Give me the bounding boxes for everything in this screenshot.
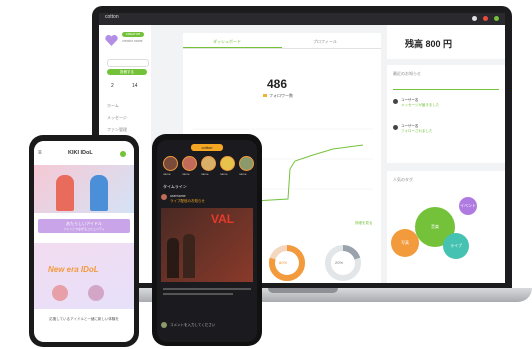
news-item-text[interactable]: フォローされました	[401, 129, 433, 134]
person-figure	[56, 175, 74, 211]
poster-text: VAL	[211, 212, 235, 226]
story-name: name	[182, 172, 190, 176]
stat-label: フォロワー数	[269, 93, 293, 98]
idol-avatar	[88, 285, 104, 301]
sidebar-item-messages[interactable]: メッセージ	[107, 115, 127, 121]
post-image[interactable]: VAL	[161, 208, 253, 282]
idol-avatar	[52, 285, 68, 301]
story-avatar[interactable]	[239, 156, 254, 171]
hero-photo	[34, 165, 134, 213]
post-user: username	[170, 194, 186, 198]
news-tabs[interactable]	[393, 81, 499, 90]
news-title: 最近のお知らせ	[393, 71, 421, 76]
count-followers: 2	[111, 83, 114, 89]
profile-edit-button[interactable]	[107, 59, 149, 67]
notification-icon[interactable]	[472, 16, 477, 21]
legend-swatch	[263, 94, 267, 97]
phone1-header: ≡ KIKI IDoL	[34, 141, 134, 165]
phone-screen-left: ≡ KIKI IDoL あたらしいアイドル ファンとつながるコミュニティ New…	[34, 141, 134, 342]
detail-link[interactable]: 詳細を見る	[355, 221, 373, 226]
tab-profile[interactable]: プロフィール	[313, 39, 337, 45]
phone2-brand: cotton	[191, 144, 223, 151]
text-line	[163, 288, 251, 290]
news-card: 最近のお知らせ ユーザー名 メッセージが届きました ユーザー名 フォローされまし…	[387, 65, 505, 163]
count-posts: 14	[132, 83, 138, 89]
story-name: name	[163, 172, 171, 176]
app-topbar: cotton	[99, 13, 505, 25]
story-avatar[interactable]	[220, 156, 235, 171]
hero-text: New era IDoL	[48, 265, 99, 274]
text-line	[163, 293, 233, 295]
post-button[interactable]: 投稿する	[107, 69, 147, 75]
tag-bubble[interactable]: 写真	[391, 229, 419, 257]
app-title: cotton	[105, 14, 119, 20]
balance-value: 残高 800 円	[405, 39, 453, 49]
post-title[interactable]: ライブ配信のお知らせ	[170, 199, 205, 204]
user-avatar	[393, 125, 398, 130]
donut-label-1: 80%	[279, 260, 288, 265]
user-avatar	[161, 322, 167, 328]
sidebar-item-home[interactable]: ホーム	[107, 103, 119, 109]
person-figure	[183, 234, 195, 278]
profile-name: creator name	[122, 39, 143, 43]
stories-row: name name name name name	[161, 156, 254, 178]
person-figure	[90, 175, 108, 211]
alert-icon[interactable]	[483, 16, 488, 21]
heart-logo-icon	[105, 33, 118, 46]
avatar[interactable]	[494, 16, 499, 21]
banner-subtitle: ファンとつながるコミュニティ	[63, 227, 105, 231]
banner[interactable]: あたらしいアイドル ファンとつながるコミュニティ	[38, 219, 130, 233]
popular-title: 人気のタグ	[393, 177, 413, 182]
menu-icon[interactable]: ≡	[38, 150, 42, 156]
sidebar-item-fans[interactable]: ファン管理	[107, 127, 127, 133]
balance-card: 残高 800 円	[387, 25, 505, 59]
tag-bubble[interactable]: イベント	[459, 197, 477, 215]
popular-tags-card: 人気のタグ 音楽 写真 ライブ イベント	[387, 171, 505, 283]
section-title: タイムライン	[163, 184, 187, 189]
avatar[interactable]	[120, 151, 126, 157]
caption: 応援しているアイドルと一緒に新しい体験を	[49, 317, 119, 321]
news-item-text[interactable]: メッセージが届きました	[401, 103, 439, 108]
stat-label-row: フォロワー数	[263, 93, 293, 99]
story-name: name	[201, 172, 209, 176]
tag-bubble[interactable]: ライブ	[443, 233, 469, 259]
stat-value: 486	[267, 77, 288, 91]
phone-screen-right: cotton name name name name name タイムライン u…	[157, 140, 257, 342]
story-name: name	[239, 172, 247, 176]
person-figure	[167, 238, 179, 278]
tab-divider	[183, 48, 381, 49]
story-avatar[interactable]	[201, 156, 216, 171]
comment-placeholder[interactable]: コメントを入力してください	[170, 323, 215, 328]
story-avatar[interactable]	[182, 156, 197, 171]
tab-dashboard[interactable]: ダッシュボード	[213, 39, 241, 45]
right-column: 残高 800 円 最近のお知らせ ユーザー名 メッセージが届きました ユーザー名…	[387, 25, 505, 283]
laptop-notch	[268, 288, 338, 293]
story-avatar[interactable]	[163, 156, 178, 171]
user-avatar	[393, 99, 398, 104]
feature-panel: New era IDoL	[34, 243, 134, 309]
donut-label-2: 20%	[335, 260, 344, 265]
profile-badge: CREATOR	[122, 32, 144, 37]
story-name: name	[220, 172, 228, 176]
phone1-brand: KIKI IDoL	[68, 150, 93, 156]
user-avatar	[161, 194, 167, 200]
